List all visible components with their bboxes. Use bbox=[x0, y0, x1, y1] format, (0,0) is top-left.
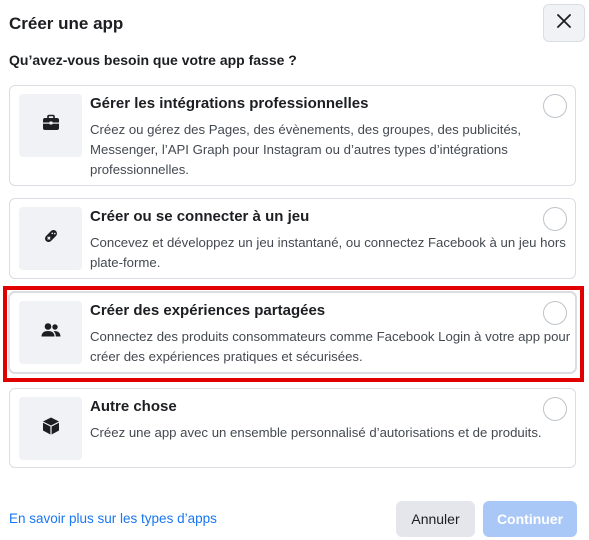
option-icon-tile bbox=[19, 94, 82, 157]
option-description: Créez ou gérez des Pages, des évènements… bbox=[90, 122, 522, 177]
option-other[interactable]: Autre chose Créez une app avec un ensemb… bbox=[9, 388, 576, 468]
option-description: Concevez et développez un jeu instantané… bbox=[90, 235, 566, 270]
option-title: Créer des expériences partagées bbox=[90, 302, 326, 319]
gamepad-icon bbox=[41, 226, 61, 251]
dialog-title: Créer une app bbox=[9, 14, 124, 33]
option-radio[interactable] bbox=[543, 301, 567, 325]
cube-icon bbox=[41, 416, 61, 441]
option-icon-tile bbox=[19, 301, 82, 364]
option-title: Autre chose bbox=[90, 398, 177, 415]
learn-more-link[interactable]: En savoir plus sur les types d’apps bbox=[9, 511, 217, 526]
option-description: Créez une app avec un ensemble personnal… bbox=[90, 425, 542, 440]
option-radio[interactable] bbox=[543, 94, 567, 118]
option-icon-tile bbox=[19, 397, 82, 460]
option-radio[interactable] bbox=[543, 397, 567, 421]
continue-button[interactable]: Continuer bbox=[483, 501, 577, 537]
close-icon bbox=[557, 13, 571, 33]
option-game[interactable]: Créer ou se connecter à un jeu Concevez … bbox=[9, 198, 576, 279]
cancel-button[interactable]: Annuler bbox=[396, 501, 475, 537]
option-icon-tile bbox=[19, 207, 82, 270]
question-heading: Qu’avez-vous besoin que votre app fasse … bbox=[9, 52, 297, 68]
option-business-integrations[interactable]: Gérer les intégrations professionnelles … bbox=[9, 85, 576, 186]
option-title: Créer ou se connecter à un jeu bbox=[90, 208, 310, 225]
briefcase-icon bbox=[41, 113, 61, 138]
option-shared-experiences[interactable]: Créer des expériences partagées Connecte… bbox=[9, 292, 576, 373]
close-button[interactable] bbox=[543, 4, 585, 42]
option-radio[interactable] bbox=[543, 207, 567, 231]
option-description: Connectez des produits consommateurs com… bbox=[90, 329, 571, 364]
people-icon bbox=[40, 320, 62, 345]
option-title: Gérer les intégrations professionnelles bbox=[90, 95, 369, 112]
